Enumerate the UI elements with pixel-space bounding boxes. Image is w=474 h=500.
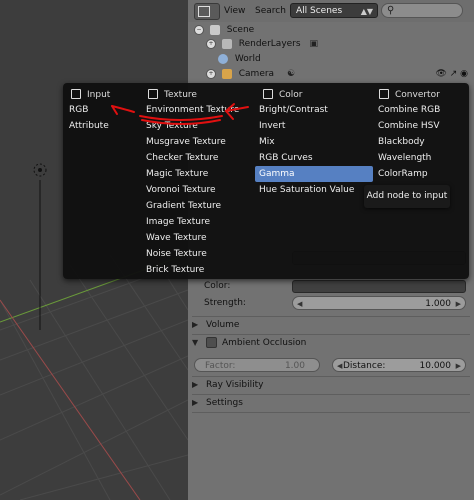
renderlayers-icon xyxy=(221,38,232,49)
decrement-icon[interactable]: ◀ xyxy=(337,359,342,373)
outliner-row-camera[interactable]: + Camera ☯ xyxy=(206,67,295,82)
dropdown-arrows-icon: ▲▼ xyxy=(360,7,373,16)
distance-field[interactable]: ◀ Distance: 10.000 ▶ xyxy=(332,358,466,372)
outliner-tree: − Scene + RenderLayers ▣ World + Camera … xyxy=(188,22,474,84)
menu-item-environment-texture[interactable]: Environment Texture xyxy=(142,102,239,118)
increment-icon[interactable]: ▶ xyxy=(456,359,461,373)
search-icon: ⚲ xyxy=(387,5,395,16)
increment-icon[interactable]: ▶ xyxy=(456,297,461,311)
expanded-arrow-icon: ▼ xyxy=(192,338,199,347)
decrement-icon[interactable]: ◀ xyxy=(297,297,302,311)
scenes-dropdown[interactable]: All Scenes ▲▼ xyxy=(290,3,378,18)
menu-item-voronoi-texture[interactable]: Voronoi Texture xyxy=(142,182,216,198)
expand-icon[interactable]: + xyxy=(206,68,216,79)
search-menu[interactable]: Search xyxy=(255,4,286,18)
ambient-occlusion-label: Ambient Occlusion xyxy=(222,338,307,348)
column-title: Texture xyxy=(164,90,197,100)
menu-item-gradient-texture[interactable]: Gradient Texture xyxy=(142,198,221,214)
visibility-icons[interactable]: 👁 ↗ ◉ xyxy=(435,69,468,79)
ambient-occlusion-panel-header[interactable]: ▼ Ambient Occlusion xyxy=(192,335,470,351)
column-title: Input xyxy=(87,90,111,100)
column-header-texture: Texture xyxy=(148,88,197,102)
node-category-icon xyxy=(148,88,158,99)
outliner-row-label: Scene xyxy=(226,25,255,35)
expand-icon[interactable]: + xyxy=(206,38,216,49)
menu-item-wavelength[interactable]: Wavelength xyxy=(374,150,431,166)
menu-item-combine-rgb[interactable]: Combine RGB xyxy=(374,102,440,118)
column-header-convertor: Convertor xyxy=(379,88,440,102)
outliner-header: View Search All Scenes ▲▼ ⚲ xyxy=(188,0,474,23)
distance-value: 10.000 xyxy=(419,361,452,371)
render-icon: ▣ xyxy=(309,39,318,49)
menu-item-gamma[interactable]: Gamma xyxy=(255,166,373,182)
settings-panel-header[interactable]: ▶ Settings xyxy=(192,395,470,411)
factor-label: Factor: xyxy=(205,361,236,371)
view-menu[interactable]: View xyxy=(224,4,245,18)
collapsed-arrow-icon: ▶ xyxy=(192,380,199,389)
menu-item-rgb-curves[interactable]: RGB Curves xyxy=(255,150,373,166)
divider xyxy=(192,412,470,413)
scene-icon xyxy=(209,24,220,35)
menu-item-rgb[interactable]: RGB xyxy=(65,102,137,118)
outliner-row-renderlayers[interactable]: + RenderLayers ▣ xyxy=(206,37,318,52)
strength-field[interactable]: ◀ 1.000 ▶ xyxy=(292,296,466,310)
ambient-occlusion-checkbox[interactable] xyxy=(206,337,217,348)
ray-visibility-panel-header[interactable]: ▶ Ray Visibility xyxy=(192,377,470,393)
menu-item-invert[interactable]: Invert xyxy=(255,118,373,134)
node-category-icon xyxy=(71,88,81,99)
menu-item-colorramp[interactable]: ColorRamp xyxy=(374,166,428,182)
column-title: Color xyxy=(279,90,303,100)
column-header-input: Input xyxy=(71,88,110,102)
collapsed-arrow-icon: ▶ xyxy=(192,320,199,329)
column-header-color: Color xyxy=(263,88,303,102)
strength-label: Strength: xyxy=(204,298,246,308)
add-node-menu: Input RGB Attribute Texture Environment … xyxy=(63,83,469,279)
menu-item-wave-texture[interactable]: Wave Texture xyxy=(142,230,207,246)
color-swatch[interactable] xyxy=(292,280,466,293)
world-icon xyxy=(218,53,228,64)
menu-item-magic-texture[interactable]: Magic Texture xyxy=(142,166,208,182)
menu-item-checker-texture[interactable]: Checker Texture xyxy=(142,150,218,166)
scenes-dropdown-value: All Scenes xyxy=(296,6,343,16)
ray-visibility-label: Ray Visibility xyxy=(206,380,264,390)
menu-item-attribute[interactable]: Attribute xyxy=(65,118,137,134)
node-category-icon xyxy=(379,88,389,99)
menu-item-blackbody[interactable]: Blackbody xyxy=(374,134,425,150)
menu-item-image-texture[interactable]: Image Texture xyxy=(142,214,210,230)
distance-label: Distance: xyxy=(343,361,386,371)
outliner-search-input[interactable]: ⚲ xyxy=(381,3,463,18)
menu-item-noise-texture[interactable]: Noise Texture xyxy=(142,246,207,262)
outliner-row-world[interactable]: World xyxy=(218,52,261,67)
outliner-icon xyxy=(198,6,210,17)
menu-item-musgrave-texture[interactable]: Musgrave Texture xyxy=(142,134,226,150)
column-title: Convertor xyxy=(395,90,440,100)
volume-label: Volume xyxy=(206,320,240,330)
outliner-row-scene[interactable]: − Scene xyxy=(194,23,254,38)
settings-label: Settings xyxy=(206,398,243,408)
camera-icon xyxy=(221,68,232,79)
menu-item-sky-texture[interactable]: Sky Texture xyxy=(142,118,198,134)
outliner-row-label: World xyxy=(234,54,261,64)
color-label: Color: xyxy=(204,281,231,291)
outliner-row-label: Camera xyxy=(238,69,275,79)
menu-item-bright-contrast[interactable]: Bright/Contrast xyxy=(255,102,373,118)
volume-panel-header[interactable]: ▶ Volume xyxy=(192,317,470,333)
menu-item-mix[interactable]: Mix xyxy=(255,134,373,150)
strength-value: 1.000 xyxy=(425,299,451,309)
factor-value: 1.00 xyxy=(284,361,305,371)
factor-field[interactable]: Factor: 1.00 xyxy=(194,358,320,372)
tooltip: Add node to input xyxy=(364,185,450,208)
menu-item-combine-hsv[interactable]: Combine HSV xyxy=(374,118,440,134)
menu-item-hue-saturation-value[interactable]: Hue Saturation Value xyxy=(255,182,373,198)
camera-data-icon: ☯ xyxy=(286,69,296,79)
collapse-icon[interactable]: − xyxy=(194,24,204,35)
outliner-row-label: RenderLayers xyxy=(238,39,301,49)
node-category-icon xyxy=(263,88,273,99)
editor-type-button[interactable] xyxy=(194,3,220,20)
menu-item-brick-texture[interactable]: Brick Texture xyxy=(142,262,204,278)
collapsed-arrow-icon: ▶ xyxy=(192,398,199,407)
